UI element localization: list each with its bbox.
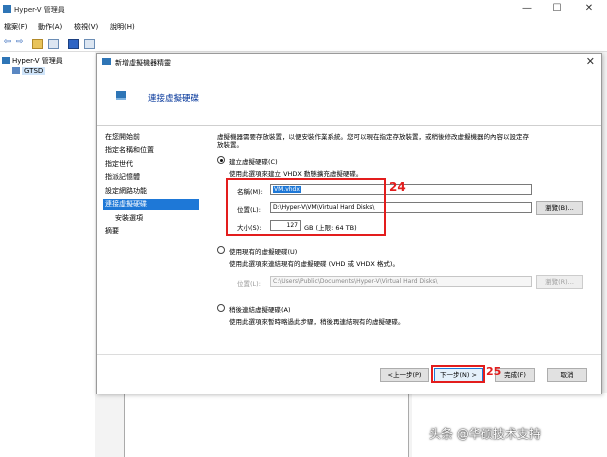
details-pane (124, 393, 409, 457)
browse-button[interactable]: 瀏覽(B)... (536, 201, 583, 215)
main-titlebar: Hyper-V 管理員 — ☐ ✕ (0, 0, 607, 19)
help-icon[interactable] (68, 39, 79, 49)
tree-root-label: Hyper-V 管理員 (12, 57, 63, 65)
forward-arrow-icon[interactable]: ⇨ (14, 37, 25, 48)
create-vhd-desc: 使用此選項來建立 VHDX 動態擴充虛擬硬碟。 (229, 170, 363, 178)
existing-vhd-desc: 使用此選項來連結現有的虛擬硬碟 (VHD 或 VHDX 格式)。 (229, 260, 399, 268)
attach-later-desc: 使用此選項來暫時略過此步驟，稍後再連結現有的虛擬硬碟。 (229, 318, 405, 326)
menu-help[interactable]: 說明(H) (110, 22, 135, 32)
server-icon (12, 67, 20, 74)
tree-item-gtsd[interactable]: GTSD (12, 67, 46, 75)
wizard-page-title: 連接虛擬硬碟 (148, 94, 200, 104)
hyperv-app-icon (3, 5, 11, 13)
highlight-box-25 (431, 365, 485, 383)
wizard-title: 新增虛擬機器精靈 (115, 59, 171, 67)
minimize-button[interactable]: — (512, 2, 542, 16)
wizard-content: 虛擬機器需要存放裝置，以便安裝作業系統。您可以現在指定存放裝置，或稍後修改虛擬機… (217, 126, 597, 336)
wizard-footer: <上一步(P) 下一步(N) > 完成(F) 取消 25 (97, 354, 601, 394)
back-arrow-icon[interactable]: ⇦ (2, 37, 13, 48)
existing-vhd-label[interactable]: 使用現有的虛擬硬碟(U) (229, 246, 297, 256)
maximize-button[interactable]: ☐ (542, 2, 572, 16)
description-text-1: 虛擬機器需要存放裝置，以便安裝作業系統。您可以現在指定存放裝置，或稍後修改虛擬機… (217, 133, 529, 141)
attach-later-label[interactable]: 稍後連結虛擬硬碟(A) (229, 304, 291, 314)
existing-location-input[interactable]: C:\Users\Public\Documents\Hyper-V\Virtua… (270, 276, 532, 287)
browse-existing-button[interactable]: 瀏覽(R)... (536, 275, 583, 289)
description-text-2: 放裝置。 (217, 141, 243, 149)
step-connect-vhd[interactable]: 連接虛擬硬碟 (103, 199, 199, 210)
wizard-close-button[interactable]: ✕ (586, 55, 595, 68)
wizard-steps: 在您開始前 指定名稱和位置 指定世代 指派記憶體 設定網路功能 連接虛擬硬碟 安… (97, 126, 201, 336)
wizard-titlebar: 新增虛擬機器精靈 ✕ (97, 54, 601, 70)
hyperv-manager-icon (2, 57, 10, 64)
create-vhd-radio[interactable] (217, 156, 225, 164)
toolbar: ⇦ ⇨ (0, 34, 607, 52)
step-memory[interactable]: 指派記憶體 (105, 172, 199, 183)
menu-action[interactable]: 動作(A) (38, 22, 62, 32)
annotation-24: 24 (389, 180, 406, 194)
wizard-header: 連接虛擬硬碟 (97, 70, 601, 126)
step-install-options[interactable]: 安裝選項 (115, 213, 209, 224)
cancel-button[interactable]: 取消 (547, 368, 587, 382)
virtual-disk-icon (116, 91, 126, 100)
tree-root-hyperv[interactable]: Hyper-V 管理員 (2, 56, 63, 66)
step-networking[interactable]: 設定網路功能 (105, 186, 199, 197)
step-before-you-begin[interactable]: 在您開始前 (105, 132, 199, 143)
create-vhd-label[interactable]: 建立虛擬硬碟(C) (229, 156, 278, 166)
highlight-box-24 (226, 178, 386, 236)
watermark-text: 头条 @华硕技术支持 (429, 427, 541, 441)
tree-child-label: GTSD (22, 67, 46, 75)
navigation-tree: Hyper-V 管理員 GTSD (0, 52, 95, 457)
step-summary[interactable]: 摘要 (105, 226, 199, 237)
window-title: Hyper-V 管理員 (14, 6, 65, 14)
step-name-location[interactable]: 指定名稱和位置 (105, 145, 199, 156)
previous-button[interactable]: <上一步(P) (380, 368, 429, 382)
action-pane-icon[interactable] (84, 39, 95, 49)
attach-later-radio[interactable] (217, 304, 225, 312)
new-vm-wizard-dialog: 新增虛擬機器精靈 ✕ 連接虛擬硬碟 在您開始前 指定名稱和位置 指定世代 指派記… (96, 53, 602, 394)
menu-bar: 檔案(F) 動作(A) 檢視(V) 說明(H) (0, 19, 607, 34)
close-window-button[interactable]: ✕ (574, 2, 604, 16)
step-generation[interactable]: 指定世代 (105, 159, 199, 170)
annotation-25: 25 (486, 365, 502, 378)
wizard-app-icon (102, 58, 111, 65)
console-tree-icon[interactable] (48, 39, 59, 49)
folder-up-icon[interactable] (32, 39, 43, 49)
menu-view[interactable]: 檢視(V) (74, 22, 98, 32)
menu-file[interactable]: 檔案(F) (4, 22, 28, 32)
existing-vhd-radio[interactable] (217, 246, 225, 254)
existing-location-label: 位置(L): (237, 280, 261, 288)
